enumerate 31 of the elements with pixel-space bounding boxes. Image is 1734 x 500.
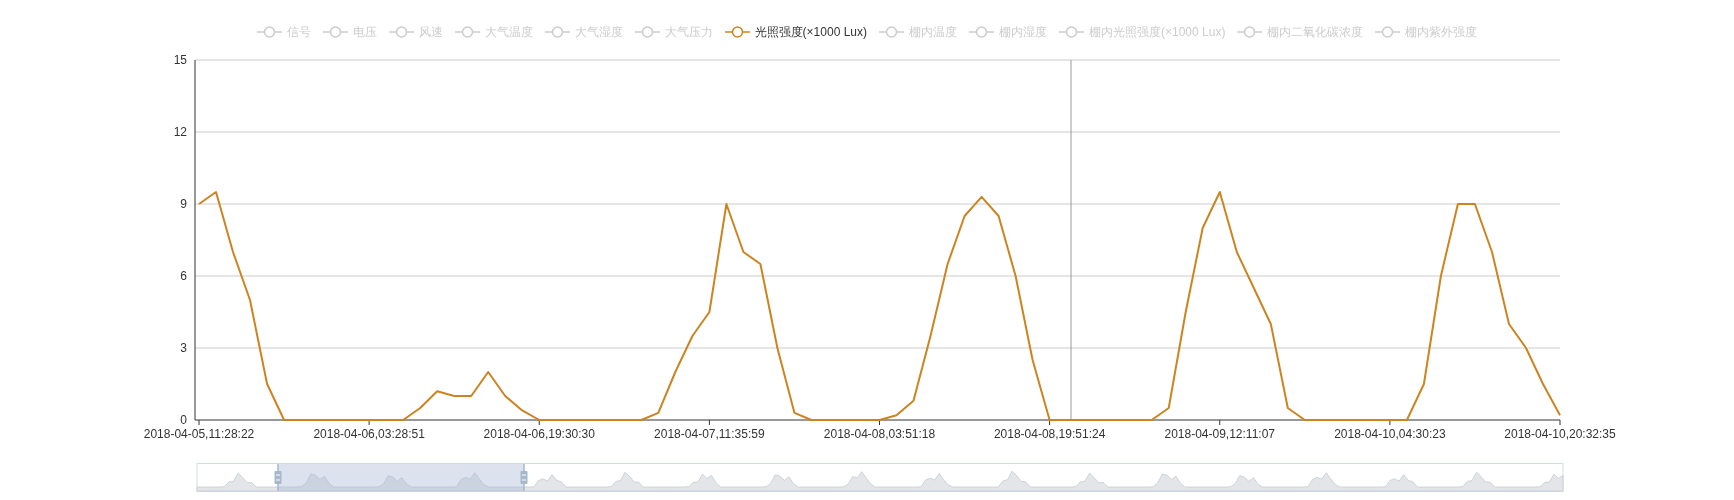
y-axis-label: 6 xyxy=(180,269,187,283)
legend-line-icon xyxy=(454,25,480,39)
y-axis-label: 15 xyxy=(173,53,187,67)
legend-line-icon xyxy=(544,25,570,39)
y-axis-label: 0 xyxy=(180,413,187,427)
y-axis-label: 12 xyxy=(173,125,187,139)
legend-line-icon xyxy=(969,25,994,39)
legend-line-icon xyxy=(322,25,348,39)
legend-line-icon xyxy=(1237,25,1263,39)
zoom-handle[interactable] xyxy=(520,463,528,492)
x-axis-label: 2018-04-08,03:51:18 xyxy=(823,427,936,440)
y-axis-label: 9 xyxy=(180,197,187,211)
x-axis-label: 2018-04-10,20:32:35 xyxy=(1504,427,1616,440)
x-axis-label: 2018-04-05,11:28:22 xyxy=(143,427,255,440)
x-axis-label: 2018-04-07,11:35:59 xyxy=(654,427,765,440)
y-axis-label: 3 xyxy=(180,341,187,355)
x-axis-label: 2018-04-06,19:30:30 xyxy=(483,427,595,440)
legend-line-icon xyxy=(879,25,904,39)
legend-line-icon xyxy=(724,25,750,39)
x-axis-label: 2018-04-09,12:11:07 xyxy=(1164,427,1275,440)
x-axis-label: 2018-04-08,19:51:24 xyxy=(993,427,1106,440)
x-axis-label: 2018-04-06,03:28:51 xyxy=(313,427,425,440)
legend-line-icon xyxy=(1059,25,1084,39)
zoom-handle[interactable] xyxy=(274,463,282,492)
legend-item[interactable]: 光照强度(×1000 Lux) xyxy=(724,22,867,42)
legend-line-icon xyxy=(388,25,414,39)
data-zoom-selection[interactable] xyxy=(278,464,524,491)
legend-line-icon xyxy=(256,25,282,39)
legend-line-icon xyxy=(1375,25,1401,39)
x-axis-label: 2018-04-10,04:30:23 xyxy=(1334,427,1446,440)
legend-line-icon xyxy=(634,25,660,39)
